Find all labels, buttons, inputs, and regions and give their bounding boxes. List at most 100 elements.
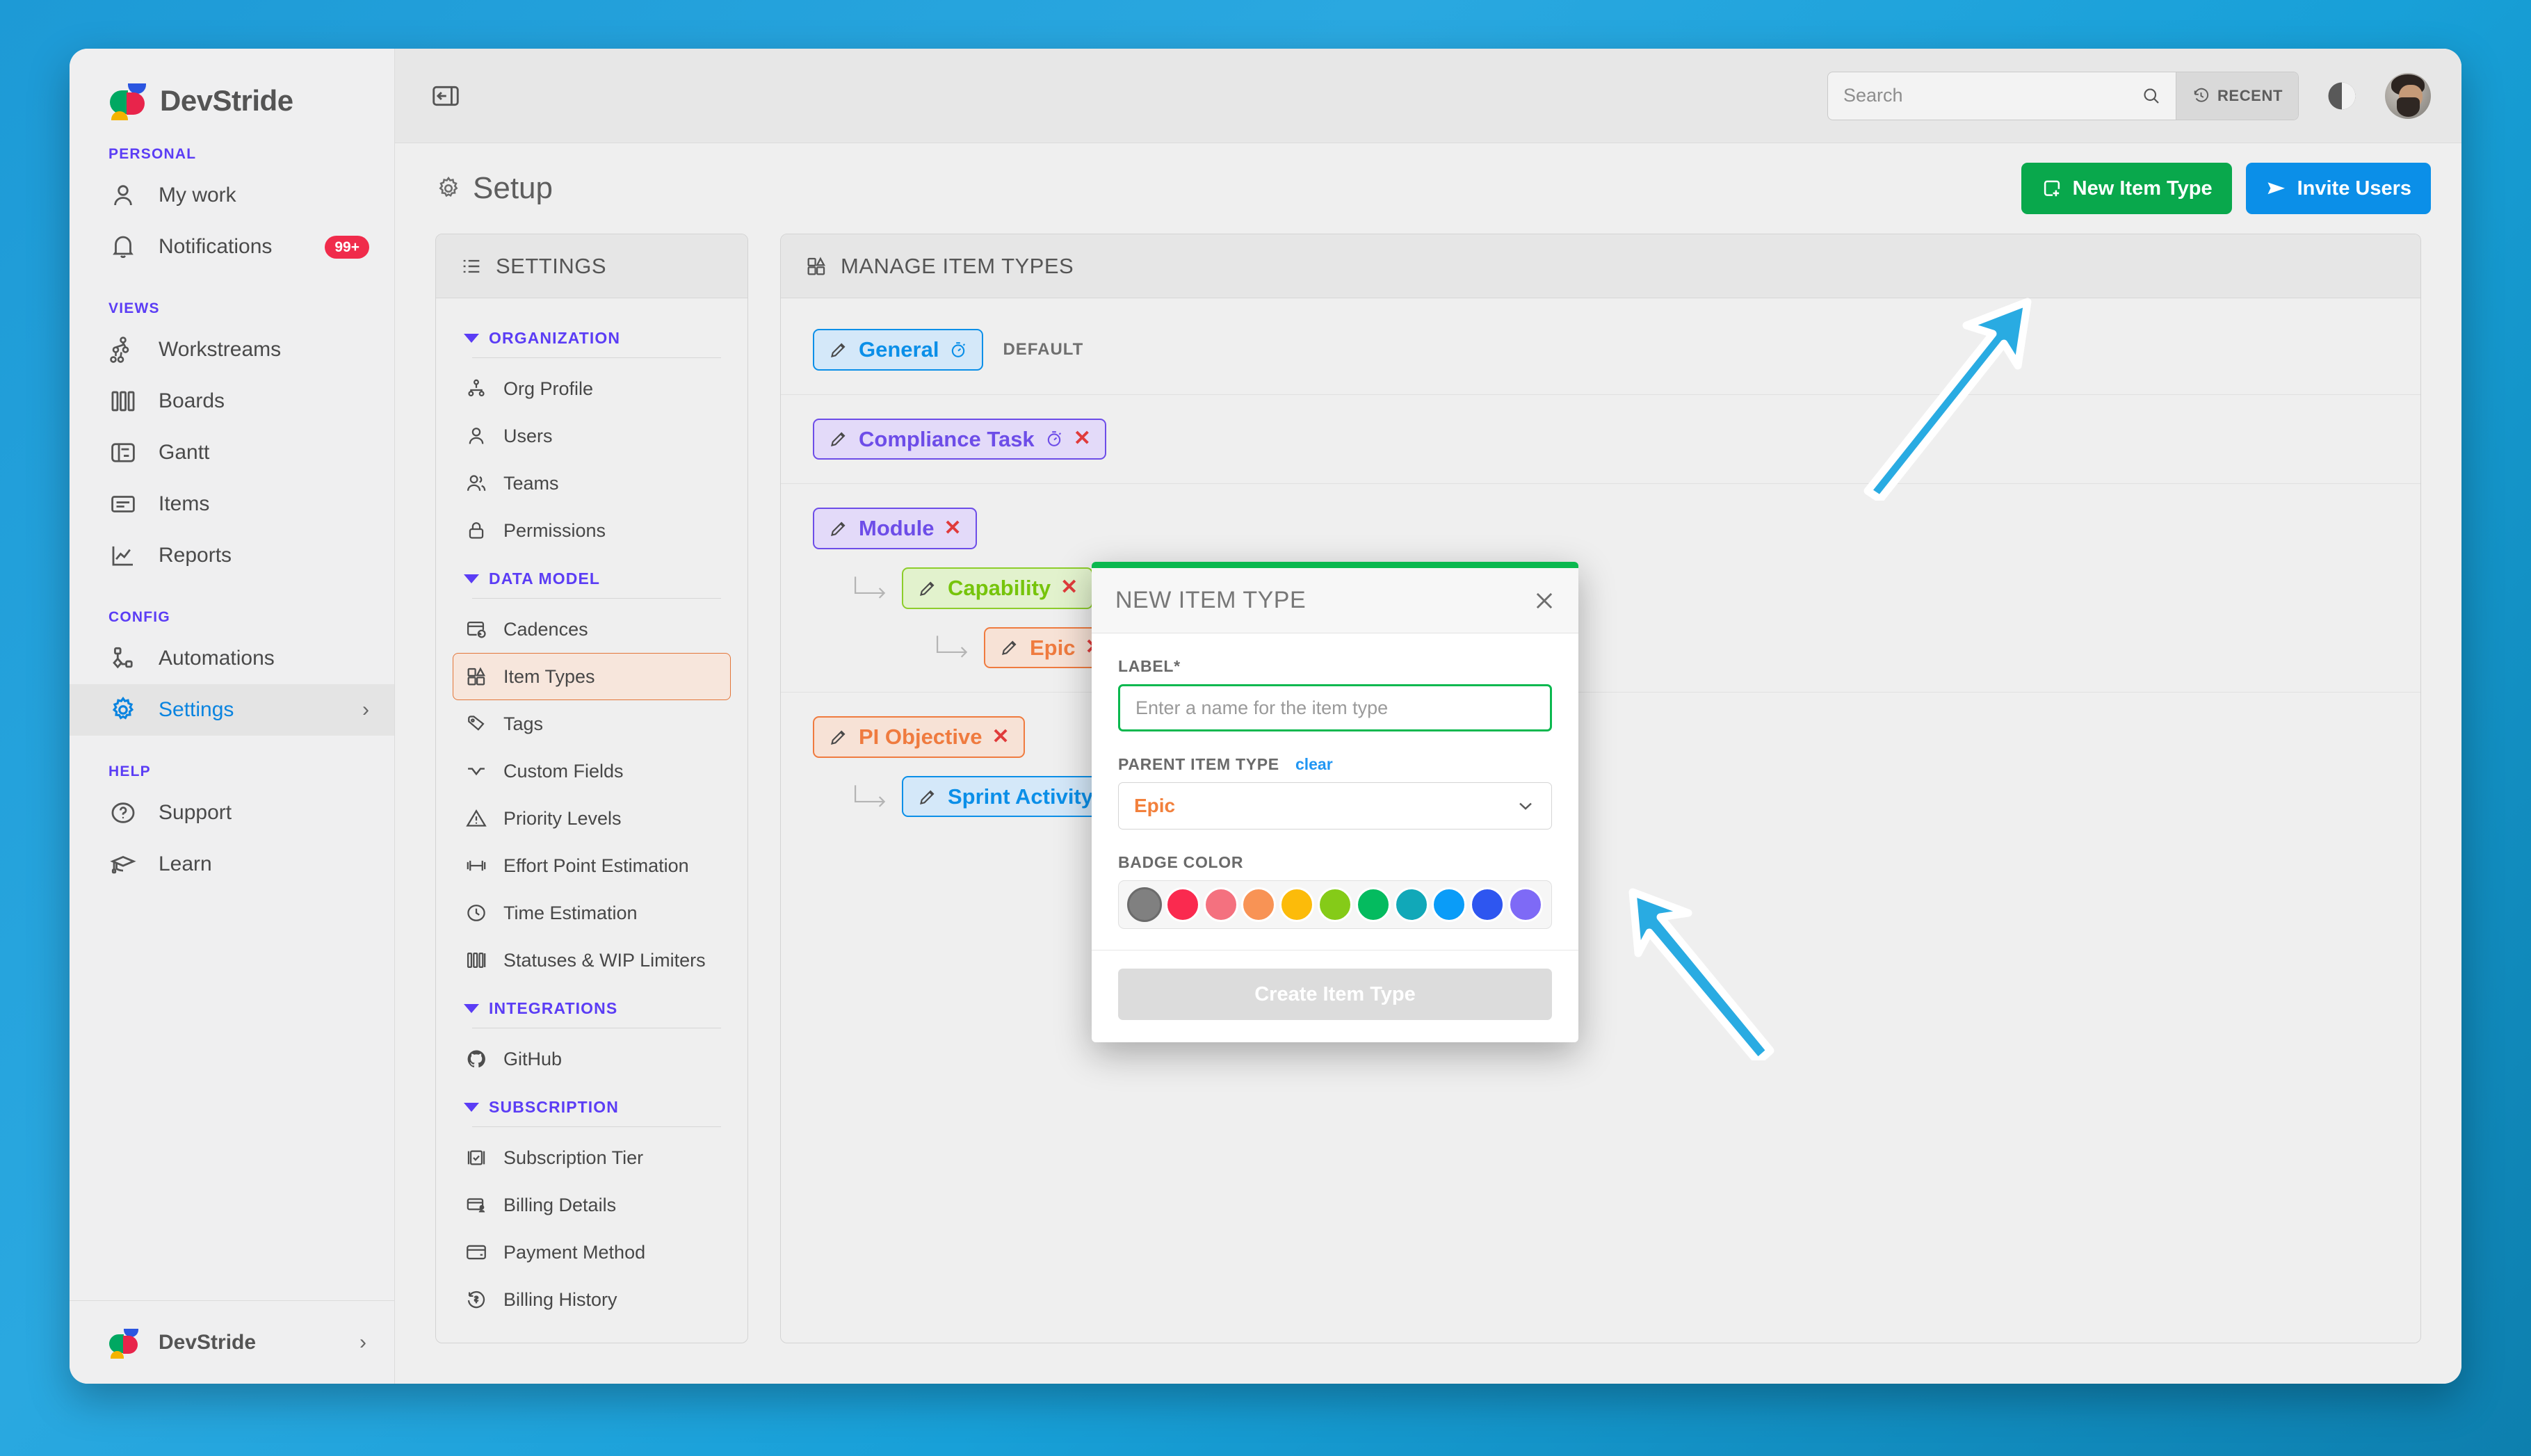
sidebar-item-learn[interactable]: Learn (70, 839, 394, 890)
settings-item-statuses-wip-limiters[interactable]: Statuses & WIP Limiters (453, 937, 731, 984)
new-item-type-button[interactable]: New Item Type (2021, 163, 2232, 214)
settings-item-github[interactable]: GitHub (453, 1035, 731, 1083)
settings-group-integrations[interactable]: INTEGRATIONS (436, 984, 747, 1018)
settings-item-billing-history[interactable]: Billing History (453, 1276, 731, 1323)
delete-item-type-icon[interactable]: ✕ (1060, 576, 1078, 600)
settings-panel: SETTINGS ORGANIZATION Org Profile Users … (435, 234, 748, 1343)
org-switcher[interactable]: DevStride › (70, 1300, 394, 1384)
badge-color-swatch-crimson[interactable] (1165, 887, 1200, 922)
settings-item-users[interactable]: Users (453, 412, 731, 460)
settings-item-custom-fields[interactable]: Custom Fields (453, 747, 731, 795)
edit-pencil-icon[interactable] (828, 339, 849, 360)
settings-group-label: DATA MODEL (489, 569, 601, 588)
notifications-badge: 99+ (325, 235, 369, 259)
badge-color-swatch-purple[interactable] (1507, 887, 1543, 922)
settings-group-data-model[interactable]: DATA MODEL (436, 554, 747, 588)
item-type-chip-compliance-task[interactable]: Compliance Task ✕ (813, 418, 1106, 460)
edit-pencil-icon[interactable] (828, 727, 849, 747)
modal-header: NEW ITEM TYPE (1092, 568, 1578, 633)
sidebar-item-gantt[interactable]: Gantt (70, 427, 394, 478)
reports-icon (108, 541, 138, 570)
sidebar-item-settings[interactable]: Settings › (70, 684, 394, 736)
settings-item-time-estimation[interactable]: Time Estimation (453, 889, 731, 937)
item-type-chip-pi-objective[interactable]: PI Objective ✕ (813, 716, 1025, 758)
sidebar-item-support[interactable]: Support (70, 787, 394, 839)
settings-item-label: Statuses & WIP Limiters (503, 949, 706, 971)
settings-item-label: Teams (503, 472, 559, 494)
sidebar-item-reports[interactable]: Reports (70, 530, 394, 581)
badge-color-swatch-indigo[interactable] (1470, 887, 1505, 922)
settings-group-organization[interactable]: ORGANIZATION (436, 314, 747, 348)
collapse-sidebar-icon[interactable] (430, 80, 462, 112)
default-tag: DEFAULT (1003, 339, 1084, 359)
badge-color-swatch-lime[interactable] (1317, 887, 1352, 922)
settings-list: ORGANIZATION Org Profile Users Teams Per… (436, 298, 747, 1343)
item-type-chip-module[interactable]: Module ✕ (813, 508, 977, 549)
timer-icon[interactable] (1044, 429, 1064, 448)
settings-item-permissions[interactable]: Permissions (453, 507, 731, 554)
settings-item-effort-point-estimation[interactable]: Effort Point Estimation (453, 842, 731, 889)
invite-users-button[interactable]: Invite Users (2245, 163, 2431, 214)
avatar[interactable] (2385, 72, 2431, 119)
badge-color-swatch-blue[interactable] (1432, 887, 1467, 922)
sidebar-item-boards[interactable]: Boards (70, 375, 394, 427)
delete-item-type-icon[interactable]: ✕ (1074, 427, 1091, 451)
badge-color-swatch-green[interactable] (1355, 887, 1391, 922)
edit-pencil-icon[interactable] (828, 518, 849, 539)
item-type-row: PI Objective ✕ Sprint Activity ✕ (781, 693, 2420, 841)
delete-item-type-icon[interactable]: ✕ (992, 725, 1009, 750)
parent-item-type-select[interactable]: Epic (1118, 782, 1552, 830)
sidebar-item-my-work[interactable]: My work (70, 170, 394, 221)
settings-item-label: Billing History (503, 1288, 617, 1310)
bell-icon (108, 232, 138, 261)
item-type-row: Compliance Task ✕ (781, 395, 2420, 485)
delete-item-type-icon[interactable]: ✕ (944, 517, 962, 541)
item-type-label: PI Objective (859, 725, 983, 750)
item-type-chip-general[interactable]: General (813, 329, 984, 371)
item-type-label: Sprint Activity (948, 784, 1093, 809)
settings-item-subscription-tier[interactable]: Subscription Tier (453, 1134, 731, 1181)
close-icon[interactable] (1531, 588, 1558, 614)
settings-item-cadences[interactable]: Cadences (453, 606, 731, 653)
settings-item-billing-details[interactable]: Billing Details (453, 1181, 731, 1229)
edit-pencil-icon[interactable] (917, 786, 938, 807)
settings-item-teams[interactable]: Teams (453, 460, 731, 507)
settings-group-subscription[interactable]: SUBSCRIPTION (436, 1083, 747, 1117)
badge-color-swatch-teal[interactable] (1393, 887, 1429, 922)
badge-color-swatch-gray[interactable] (1127, 887, 1162, 922)
search-input[interactable] (1843, 85, 2134, 106)
create-item-type-button[interactable]: Create Item Type (1118, 969, 1552, 1020)
badge-color-swatch-pink[interactable] (1203, 887, 1238, 922)
settings-item-label: Billing Details (503, 1194, 617, 1215)
settings-item-payment-method[interactable]: Payment Method (453, 1229, 731, 1276)
modal-accent-bar (1092, 562, 1578, 568)
clear-parent-link[interactable]: clear (1295, 755, 1333, 773)
page-title: Setup (435, 171, 553, 206)
badge-color-swatch-orange[interactable] (1241, 887, 1277, 922)
item-type-chip-capability[interactable]: Capability ✕ (902, 567, 1094, 609)
edit-pencil-icon[interactable] (828, 428, 849, 449)
recent-button[interactable]: RECENT (2175, 72, 2298, 120)
search-icon[interactable] (2141, 86, 2162, 106)
edit-pencil-icon[interactable] (917, 578, 938, 599)
settings-group-label: INTEGRATIONS (489, 999, 618, 1017)
modal-footer: Create Item Type (1092, 950, 1578, 1042)
contrast-half-circle-icon[interactable] (2324, 78, 2360, 114)
settings-item-item-types[interactable]: Item Types (453, 653, 731, 700)
edit-pencil-icon[interactable] (999, 637, 1020, 658)
badge-color-swatch-amber[interactable] (1279, 887, 1315, 922)
settings-item-tags[interactable]: Tags (453, 700, 731, 747)
item-type-label-input[interactable] (1118, 684, 1552, 731)
timer-icon[interactable] (948, 340, 968, 359)
sidebar-item-items[interactable]: Items (70, 478, 394, 530)
settings-item-org-profile[interactable]: Org Profile (453, 365, 731, 412)
page-title-text: Setup (473, 171, 553, 205)
settings-item-label: GitHub (503, 1048, 563, 1069)
caret-down-icon (464, 334, 479, 343)
settings-item-priority-levels[interactable]: Priority Levels (453, 795, 731, 842)
sidebar-item-notifications[interactable]: Notifications 99+ (70, 221, 394, 273)
sidebar-item-automations[interactable]: Automations (70, 633, 394, 684)
lock-icon (464, 519, 488, 542)
sidebar-item-workstreams[interactable]: Workstreams (70, 324, 394, 375)
search-field[interactable] (1828, 72, 2176, 120)
